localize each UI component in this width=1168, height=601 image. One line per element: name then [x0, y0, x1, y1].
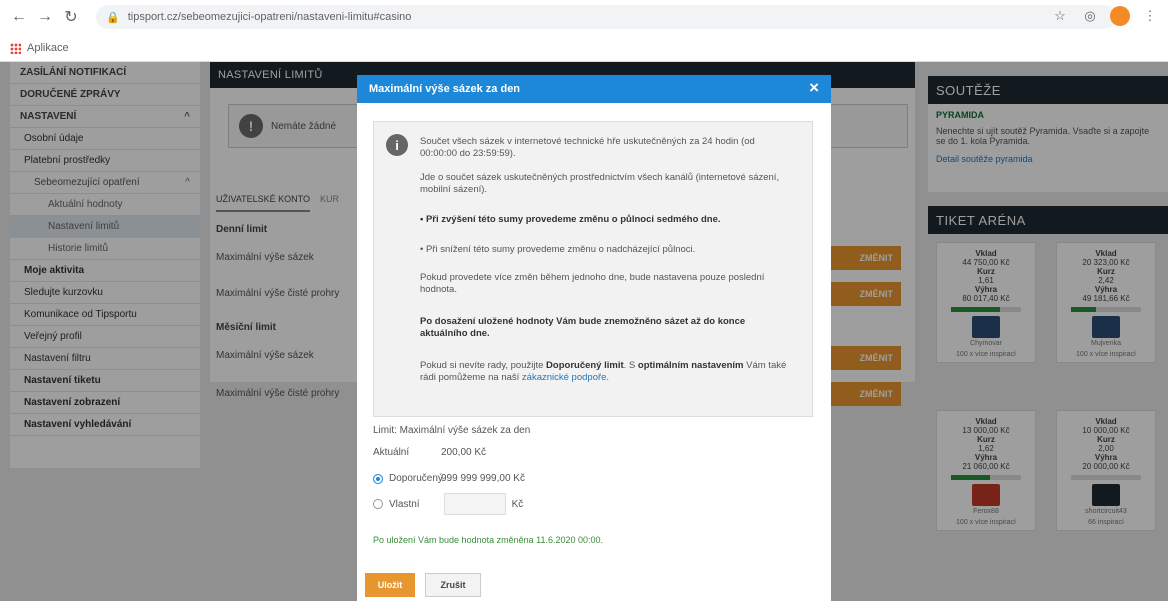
cancel-button[interactable]: Zrušit [425, 573, 481, 597]
url-text: tipsport.cz/sebeomezujici-opatreni/nasta… [127, 11, 412, 23]
limit-title: Limit: Maximální výše sázek za den [373, 425, 531, 436]
reload-icon[interactable]: ↻ [60, 6, 82, 28]
bookmarks-bar: Aplikace [0, 36, 69, 60]
recommended-value: 999 999 999,00 Kč [441, 473, 525, 484]
custom-label[interactable]: Vlastní [389, 499, 420, 510]
save-button[interactable]: Uložit [365, 573, 415, 597]
address-bar[interactable]: 🔒 tipsport.cz/sebeomezujici-opatreni/nas… [96, 5, 1116, 29]
browser-chrome: ← → ↻ 🔒 tipsport.cz/sebeomezujici-opatre… [0, 0, 1168, 62]
star-icon[interactable]: ☆ [1050, 6, 1070, 26]
browser-actions: ☆ ◎ ⋮ [1050, 6, 1160, 26]
info-p6: Po dosažení uložené hodnoty Vám bude zne… [420, 316, 746, 339]
info-p7-a: Pokud si nevíte rady, použijte [420, 360, 547, 371]
profile-avatar[interactable] [1110, 6, 1130, 26]
info-p7: Pokud si nevíte rady, použijte Doporučen… [420, 360, 792, 384]
close-icon[interactable]: × [809, 79, 819, 97]
browser-toolbar: ← → ↻ 🔒 tipsport.cz/sebeomezujici-opatre… [0, 0, 1168, 34]
info-p7-c: . S [623, 360, 638, 371]
apps-grid-icon[interactable] [10, 42, 21, 54]
current-row: Aktuální 200,00 Kč [373, 447, 486, 458]
info-p7-d: optimálním nastavením [637, 360, 744, 371]
back-icon[interactable]: ← [8, 6, 30, 28]
info-p1: Součet všech sázek v internetové technic… [420, 136, 755, 159]
lock-icon: 🔒 [106, 11, 120, 24]
modal-header: Maximální výše sázek za den × [357, 75, 831, 103]
recommended-radio[interactable] [373, 473, 383, 484]
info-p5: Pokud provedete více změn během jednoho … [420, 272, 765, 295]
info-box: i Součet všech sázek v internetové techn… [373, 121, 813, 417]
change-note: Po uložení Vám bude hodnota změněna 11.6… [373, 535, 604, 545]
bookmark-apps-label[interactable]: Aplikace [27, 42, 69, 54]
custom-row[interactable]: Vlastní Kč [373, 493, 523, 515]
info-p7-b: Doporučený limit [546, 360, 624, 371]
current-label: Aktuální [373, 447, 410, 458]
extension-icon[interactable]: ◎ [1080, 6, 1100, 26]
menu-dots-icon[interactable]: ⋮ [1140, 6, 1160, 26]
info-p3: • Při zvýšení této sumy provedeme změnu … [420, 214, 721, 225]
info-icon: i [386, 134, 408, 156]
forward-icon[interactable]: → [34, 6, 56, 28]
limit-modal: Maximální výše sázek za den × i Součet v… [357, 75, 831, 601]
recommended-row[interactable]: Doporučený 999 999 999,00 Kč [373, 473, 525, 484]
custom-amount-input[interactable] [443, 493, 506, 515]
info-p7-g: . [606, 372, 610, 383]
recommended-label[interactable]: Doporučený [389, 473, 443, 484]
info-p2: Jde o součet sázek uskutečněných prostře… [420, 172, 780, 195]
info-p4: • Při snížení této sumy provedeme změnu … [420, 244, 696, 255]
current-value: 200,00 Kč [441, 447, 487, 458]
support-link[interactable]: zákaznické podpoře [522, 372, 607, 383]
custom-radio[interactable] [373, 499, 383, 509]
custom-unit: Kč [511, 498, 524, 510]
modal-title: Maximální výše sázek za den [369, 83, 521, 95]
